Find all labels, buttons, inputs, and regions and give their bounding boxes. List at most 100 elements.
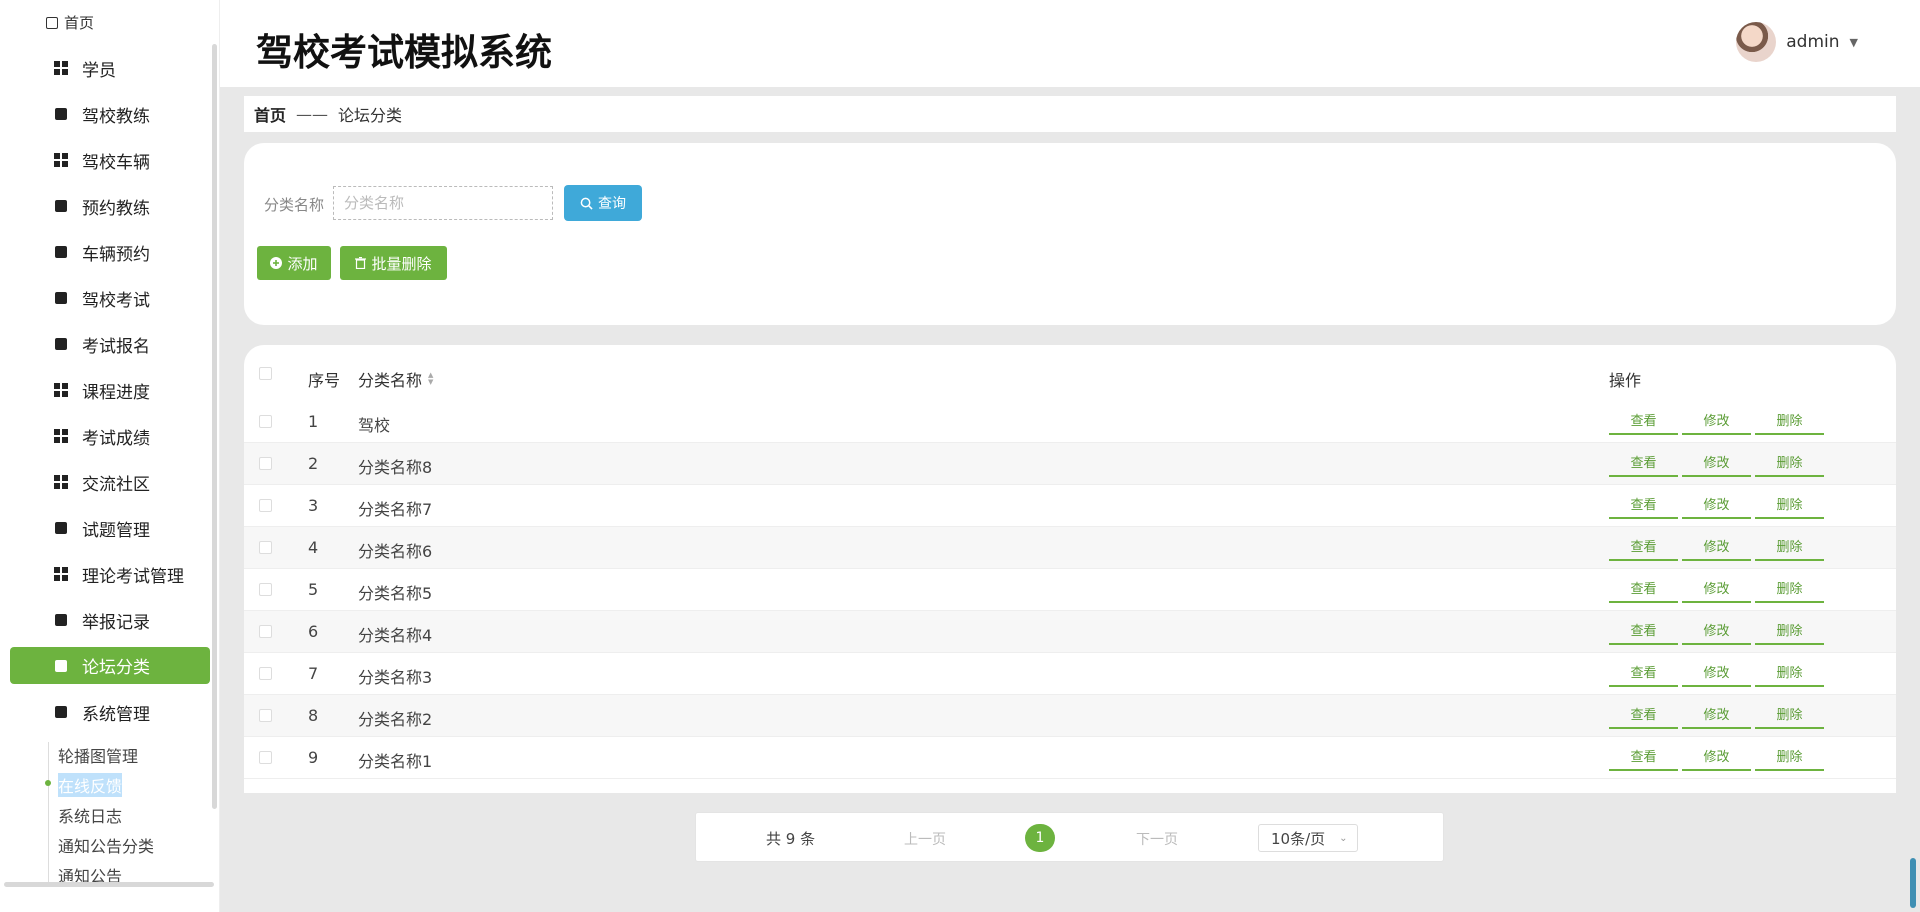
sidebar-item-8[interactable]: 考试成绩 <box>0 413 219 459</box>
sidebar-item-9[interactable]: 交流社区 <box>0 459 219 505</box>
row-index: 7 <box>308 664 319 683</box>
sidebar-item-1[interactable]: 驾校教练 <box>0 91 219 137</box>
sort-icon[interactable]: ▲ ▼ <box>428 372 433 386</box>
page-scrollbar[interactable] <box>1910 858 1916 908</box>
stamp-icon <box>54 613 68 627</box>
view-button[interactable]: 查看 <box>1609 406 1678 435</box>
edit-button[interactable]: 修改 <box>1682 532 1751 561</box>
batch-delete-button[interactable]: 批量删除 <box>340 246 447 280</box>
row-checkbox[interactable] <box>259 709 272 722</box>
view-button[interactable]: 查看 <box>1609 616 1678 645</box>
submenu-item-0[interactable]: 轮播图管理 <box>48 740 154 770</box>
submenu-item-label: 通知公告分类 <box>58 837 155 856</box>
page-size-select[interactable]: 10条/页 ⌄ <box>1258 824 1358 852</box>
row-actions: 查看 修改 删除 <box>1609 532 1824 561</box>
delete-button[interactable]: 删除 <box>1755 532 1824 561</box>
sidebar-item-14[interactable]: 系统管理 <box>0 689 219 735</box>
sidebar-horizontal-scrollbar[interactable] <box>4 882 214 887</box>
sidebar-item-2[interactable]: 驾校车辆 <box>0 137 219 183</box>
table-row: 3 分类名称7 查看 修改 删除 <box>244 485 1896 527</box>
submenu-item-3[interactable]: 通知公告分类 <box>48 830 154 860</box>
delete-button[interactable]: 删除 <box>1755 658 1824 687</box>
edit-button[interactable]: 修改 <box>1682 742 1751 771</box>
view-button[interactable]: 查看 <box>1609 490 1678 519</box>
row-name: 分类名称3 <box>358 668 433 687</box>
select-all-checkbox[interactable] <box>259 367 272 380</box>
edit-button[interactable]: 修改 <box>1682 658 1751 687</box>
sidebar-item-home[interactable]: 首页 <box>46 12 94 33</box>
prev-page-button[interactable]: 上一页 <box>904 829 946 849</box>
sidebar-item-11[interactable]: 理论考试管理 <box>0 551 219 597</box>
delete-button[interactable]: 删除 <box>1755 700 1824 729</box>
edit-button[interactable]: 修改 <box>1682 616 1751 645</box>
username[interactable]: admin <box>1786 32 1839 52</box>
chevron-down-icon[interactable]: ▼ <box>1850 36 1858 49</box>
sidebar-item-6[interactable]: 考试报名 <box>0 321 219 367</box>
row-checkbox[interactable] <box>259 751 272 764</box>
row-name: 驾校 <box>358 416 391 435</box>
sidebar-item-label: 驾校车辆 <box>82 152 150 173</box>
edit-button[interactable]: 修改 <box>1682 406 1751 435</box>
table-row: 9 分类名称1 查看 修改 删除 <box>244 737 1896 779</box>
avatar[interactable] <box>1736 22 1777 62</box>
table-row: 7 分类名称3 查看 修改 删除 <box>244 653 1896 695</box>
sidebar-item-label: 预约教练 <box>82 198 150 219</box>
row-checkbox[interactable] <box>259 667 272 680</box>
row-checkbox[interactable] <box>259 415 272 428</box>
sidebar-item-3[interactable]: 预约教练 <box>0 183 219 229</box>
row-checkbox[interactable] <box>259 583 272 596</box>
user-icon <box>54 705 68 719</box>
view-button[interactable]: 查看 <box>1609 700 1678 729</box>
wallet-icon <box>54 245 68 259</box>
app-title: 驾校考试模拟系统 <box>256 31 552 74</box>
edit-button[interactable]: 修改 <box>1682 700 1751 729</box>
delete-button[interactable]: 删除 <box>1755 406 1824 435</box>
sidebar-nav: 学员 驾校教练驾校车辆预约教练车辆预约 驾校考试 考试报名 课程进度 考试成绩 交流社区 试题… <box>0 45 219 735</box>
row-checkbox[interactable] <box>259 541 272 554</box>
delete-button[interactable]: 删除 <box>1755 490 1824 519</box>
table-body: 1 驾校 查看 修改 删除 2 分类名称8 查看 修改 删除 3 分类名称7 查看 修改 删除 4 分类名称6 查… <box>244 401 1896 779</box>
row-checkbox[interactable] <box>259 457 272 470</box>
clipboard-icon <box>54 199 68 213</box>
view-button[interactable]: 查看 <box>1609 658 1678 687</box>
plus-circle-icon <box>270 257 283 269</box>
sign-icon <box>54 659 68 673</box>
submenu-item-1[interactable]: 在线反馈 <box>48 770 154 800</box>
sidebar-item-label: 系统管理 <box>82 704 150 725</box>
sidebar-item-10[interactable]: 试题管理 <box>0 505 219 551</box>
sidebar-item-0[interactable]: 学员 <box>0 45 219 91</box>
sidebar-item-5[interactable]: 驾校考试 <box>0 275 219 321</box>
row-checkbox[interactable] <box>259 499 272 512</box>
view-button[interactable]: 查看 <box>1609 574 1678 603</box>
view-button[interactable]: 查看 <box>1609 448 1678 477</box>
search-input[interactable] <box>333 186 553 220</box>
table-row: 2 分类名称8 查看 修改 删除 <box>244 443 1896 485</box>
delete-button[interactable]: 删除 <box>1755 616 1824 645</box>
delete-button[interactable]: 删除 <box>1755 448 1824 477</box>
row-checkbox[interactable] <box>259 625 272 638</box>
sidebar-item-4[interactable]: 车辆预约 <box>0 229 219 275</box>
edit-button[interactable]: 修改 <box>1682 490 1751 519</box>
view-button[interactable]: 查看 <box>1609 742 1678 771</box>
sidebar-item-7[interactable]: 课程进度 <box>0 367 219 413</box>
user-menu[interactable]: admin ▼ <box>1736 22 1858 62</box>
edit-button[interactable]: 修改 <box>1682 574 1751 603</box>
add-button[interactable]: 添加 <box>257 246 331 280</box>
next-page-button[interactable]: 下一页 <box>1136 829 1178 849</box>
pagination: 共 9 条 上一页 1 下一页 10条/页 ⌄ <box>695 812 1444 862</box>
view-button[interactable]: 查看 <box>1609 532 1678 561</box>
delete-button[interactable]: 删除 <box>1755 574 1824 603</box>
delete-button[interactable]: 删除 <box>1755 742 1824 771</box>
sidebar-item-12[interactable]: 举报记录 <box>0 597 219 643</box>
sidebar-item-13[interactable]: 论坛分类 <box>10 647 210 684</box>
grid-icon <box>54 383 68 397</box>
submenu-item-label: 系统日志 <box>58 807 123 826</box>
page-number-current[interactable]: 1 <box>1025 824 1055 852</box>
submenu-item-2[interactable]: 系统日志 <box>48 800 154 830</box>
breadcrumb-home[interactable]: 首页 <box>254 102 286 126</box>
grid-icon <box>54 61 68 75</box>
query-button[interactable]: 查询 <box>564 185 642 221</box>
edit-button[interactable]: 修改 <box>1682 448 1751 477</box>
column-header-name[interactable]: 分类名称 ▲ ▼ <box>358 367 433 391</box>
sidebar-scrollbar[interactable] <box>212 44 217 809</box>
